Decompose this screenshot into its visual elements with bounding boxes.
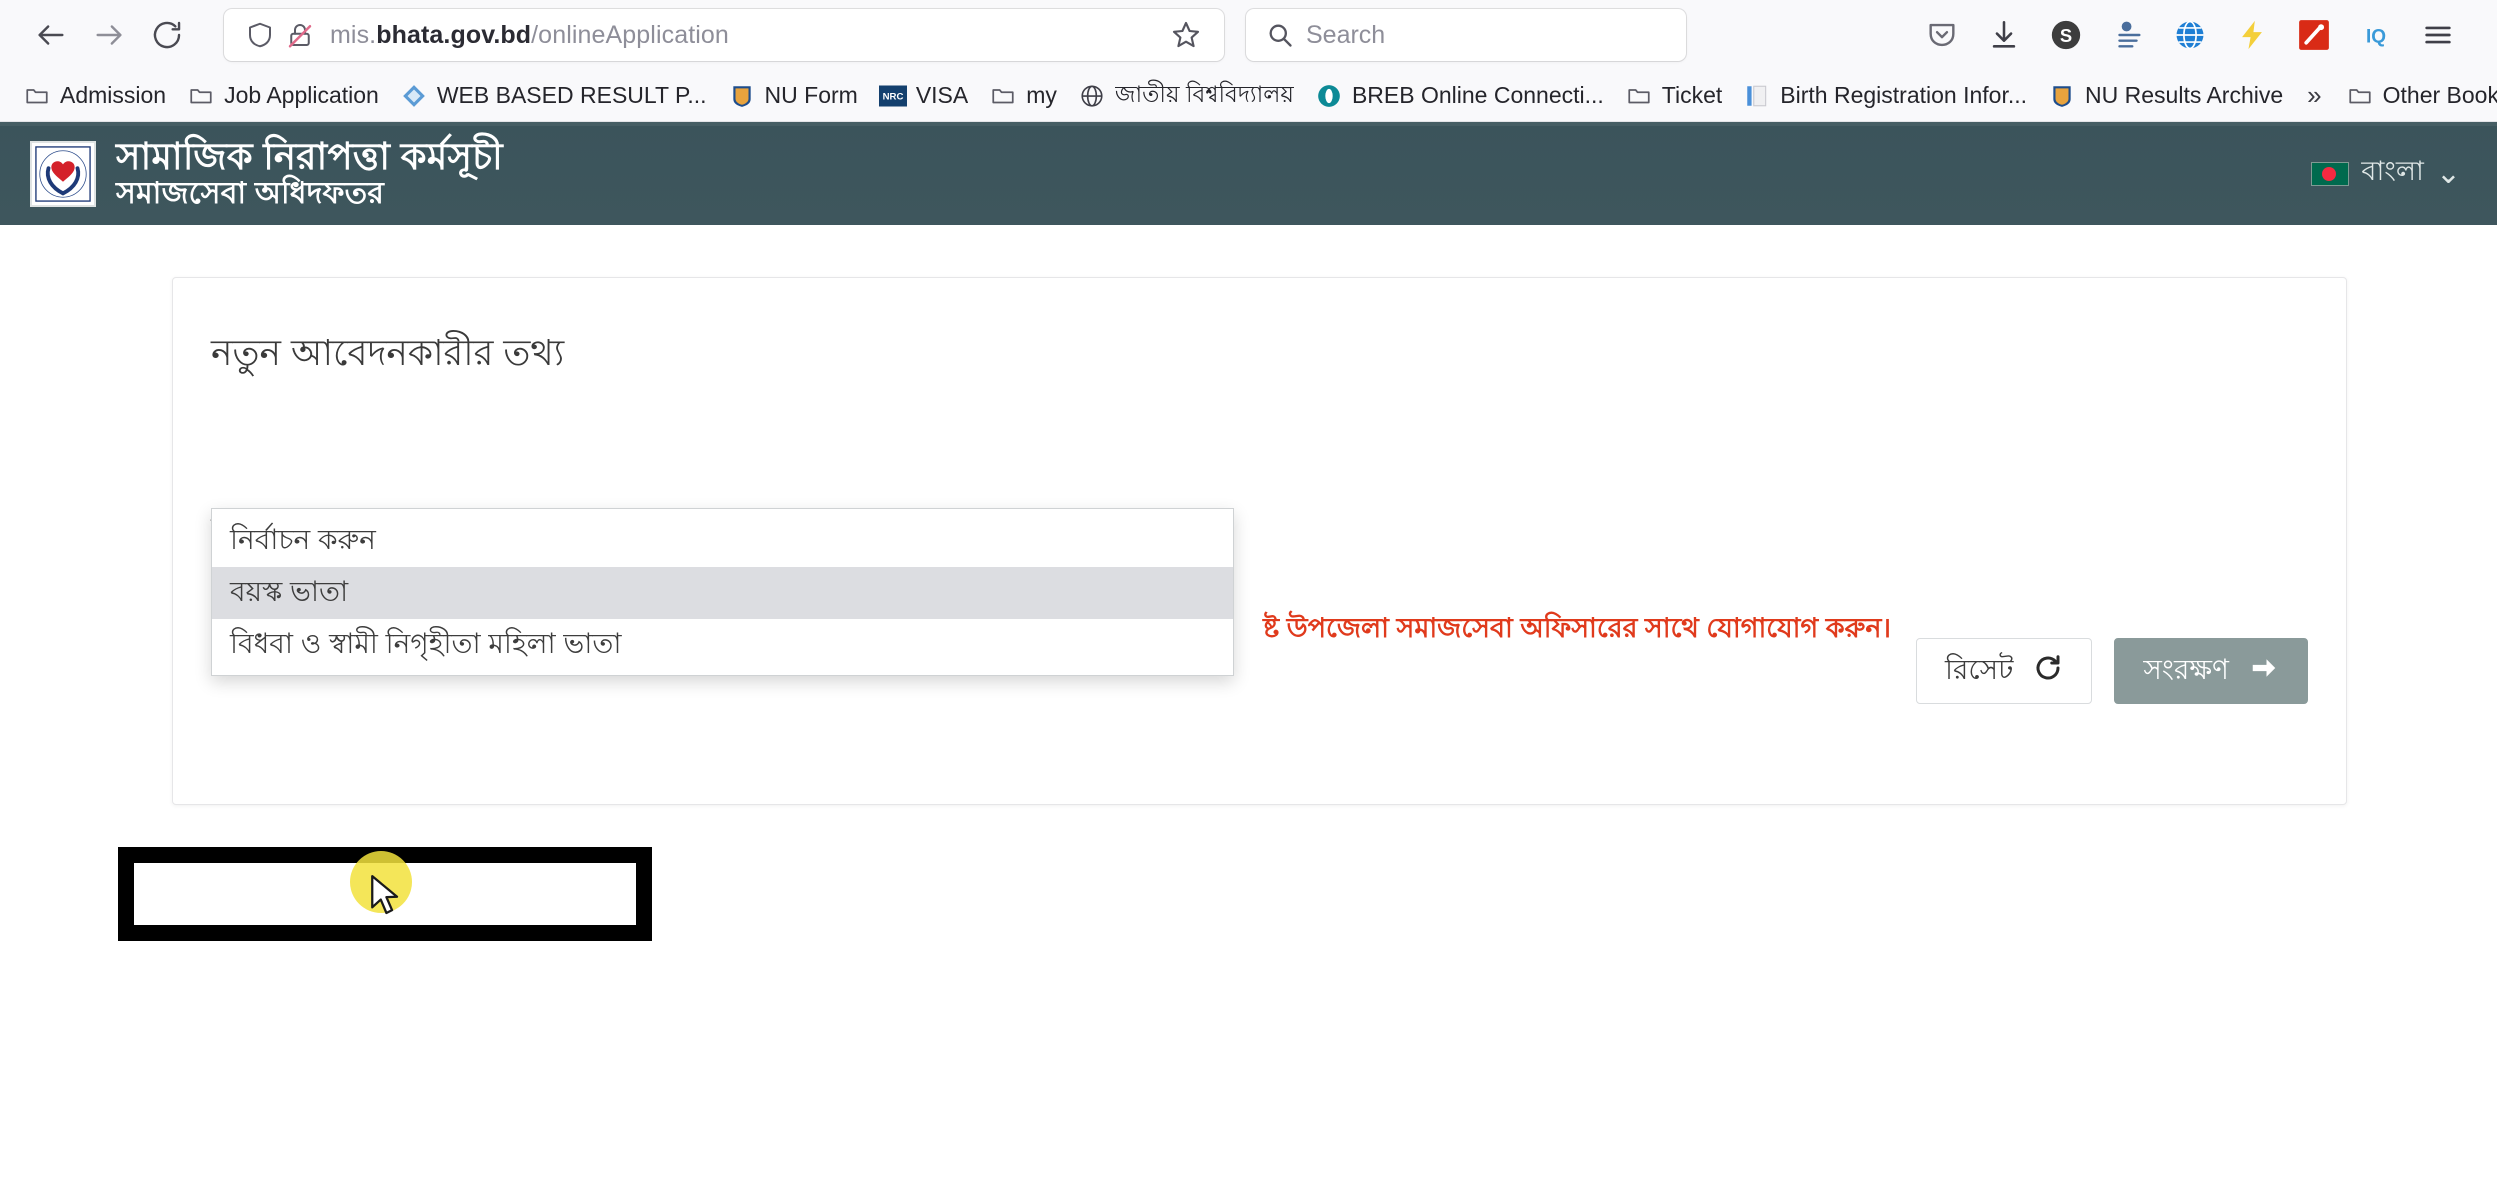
folder-icon — [2346, 82, 2374, 110]
document-icon — [1743, 82, 1771, 110]
bookmark-web-based-result[interactable]: WEB BASED RESULT P... — [391, 76, 716, 116]
dropdown-option-0[interactable]: নির্বাচন করুন — [212, 515, 1233, 567]
bangladesh-flag-icon — [2311, 162, 2349, 186]
back-arrow-icon[interactable] — [22, 6, 80, 64]
arrow-right-icon — [2249, 653, 2279, 690]
reload-icon[interactable] — [138, 6, 196, 64]
dropdown-option-label: বয়স্ক ভাতা — [230, 570, 348, 617]
bookmark-label: WEB BASED RESULT P... — [437, 82, 707, 109]
bookmark-birth-registration[interactable]: Birth Registration Infor... — [1734, 76, 2036, 116]
bookmark-label: BREB Online Connecti... — [1352, 82, 1604, 109]
reset-button-label: রিসেট — [1945, 648, 2013, 695]
language-label: বাংলা — [2361, 151, 2423, 196]
svg-text:IQ: IQ — [2366, 27, 2386, 48]
chevron-down-icon: ⌄ — [2436, 165, 2461, 183]
department-logo — [30, 141, 96, 207]
shield-icon[interactable] — [240, 15, 280, 55]
address-bar[interactable]: mis.bhata.gov.bd/onlineApplication — [224, 9, 1224, 61]
page-content: নতুন আবেদনকারীর তথ্য কার্যক্রম * নির্বাচ… — [0, 225, 2497, 1191]
iq-icon[interactable]: IQ — [2349, 8, 2403, 62]
visa-icon: NRC — [879, 82, 907, 110]
hamburger-menu-icon[interactable] — [2411, 8, 2465, 62]
downloads-icon[interactable] — [1977, 8, 2031, 62]
bookmark-ticket[interactable]: Ticket — [1616, 76, 1732, 116]
dropdown-option-1[interactable]: বয়স্ক ভাতা — [212, 567, 1233, 619]
svg-text:NRC: NRC — [882, 91, 903, 102]
site-header: সামাজিক নিরাপত্তা কর্মসূচী সমাজসেবা অধিদ… — [0, 122, 2497, 225]
browser-search-bar[interactable]: Search — [1246, 9, 1686, 61]
bookmark-label: Other Bookmarks — [2383, 82, 2497, 109]
reset-button[interactable]: রিসেট — [1916, 638, 2092, 704]
bookmark-label: Job Application — [224, 82, 379, 109]
bookmark-nu-form[interactable]: NU Form — [719, 76, 867, 116]
bookmark-visa[interactable]: NRC VISA — [870, 76, 977, 116]
bookmark-admission[interactable]: Admission — [14, 76, 175, 116]
forward-arrow-icon[interactable] — [80, 6, 138, 64]
search-input[interactable]: Search — [1298, 21, 1385, 50]
bookmark-other-bookmarks[interactable]: Other Bookmarks — [2337, 76, 2497, 116]
url-text[interactable]: mis.bhata.gov.bd/onlineApplication — [320, 21, 1164, 50]
bookmark-nu-results-archive[interactable]: NU Results Archive — [2039, 76, 2292, 116]
karjokrom-dropdown-list[interactable]: নির্বাচন করুন বয়স্ক ভাতা বিধবা ও স্বামী… — [211, 508, 1234, 676]
lightning-icon[interactable] — [2225, 8, 2279, 62]
bookmark-label: Ticket — [1662, 82, 1723, 109]
application-form-card: নতুন আবেদনকারীর তথ্য কার্যক্রম * নির্বাচ… — [172, 277, 2347, 805]
site-title-line1: সামাজিক নিরাপত্তা কর্মসূচী — [116, 136, 503, 177]
bookmark-label: Admission — [60, 82, 166, 109]
globe-icon — [1078, 82, 1106, 110]
bookmark-breb-online[interactable]: BREB Online Connecti... — [1306, 76, 1613, 116]
insecure-lock-icon[interactable] — [280, 15, 320, 55]
bookmark-label: my — [1026, 82, 1057, 109]
magic-wand-icon[interactable] — [2287, 8, 2341, 62]
bookmark-label: Birth Registration Infor... — [1780, 82, 2027, 109]
folder-icon — [1625, 82, 1653, 110]
save-button[interactable]: সংরক্ষণ — [2114, 638, 2308, 704]
form-actions: রিসেট সংরক্ষণ — [1916, 638, 2308, 704]
site-title-line2: সমাজসেবা অধিদফতর — [116, 177, 503, 211]
blue-globe-icon[interactable] — [2163, 8, 2217, 62]
pocket-icon[interactable] — [1915, 8, 1969, 62]
extension-icons: S — [1915, 8, 2475, 62]
breb-icon — [1315, 82, 1343, 110]
page-title: নতুন আবেদনকারীর তথ্য — [173, 278, 2346, 386]
bookmarks-bar: Admission Job Application WEB BASED RESU… — [0, 70, 2497, 122]
bookmark-label: জাতীয় বিশ্ববিদ্যালয় — [1115, 76, 1294, 115]
bookmark-label: VISA — [916, 82, 968, 109]
s-badge-icon[interactable]: S — [2039, 8, 2093, 62]
svg-text:S: S — [2060, 25, 2072, 46]
dropdown-option-label: নির্বাচন করুন — [230, 518, 376, 565]
cursor-arrow-icon — [368, 873, 402, 919]
bookmark-job-application[interactable]: Job Application — [178, 76, 388, 116]
crest-icon — [2048, 82, 2076, 110]
language-selector[interactable]: বাংলা ⌄ — [2311, 151, 2461, 196]
bookmarks-overflow-chevron[interactable]: » — [2295, 74, 2333, 117]
bookmark-label: NU Results Archive — [2085, 82, 2283, 109]
refresh-icon — [2033, 653, 2063, 690]
bookmark-national-university[interactable]: জাতীয় বিশ্ববিদ্যালয় — [1069, 70, 1303, 121]
browser-toolbar: mis.bhata.gov.bd/onlineApplication Searc… — [0, 0, 2497, 70]
search-icon — [1262, 17, 1298, 53]
folder-icon — [989, 82, 1017, 110]
bookmark-my[interactable]: my — [980, 76, 1066, 116]
crest-icon — [728, 82, 756, 110]
diamond-icon — [400, 82, 428, 110]
bookmark-label: NU Form — [765, 82, 858, 109]
folder-icon — [23, 82, 51, 110]
browser-window: mis.bhata.gov.bd/onlineApplication Searc… — [0, 0, 2497, 1191]
warning-message: ষ্ট উপজেলা সমাজসেবা অফিসারের সাথে যোগাযো… — [1263, 608, 1891, 653]
bookmark-star-icon[interactable] — [1164, 13, 1208, 57]
mouse-cursor — [368, 873, 402, 924]
save-button-label: সংরক্ষণ — [2143, 648, 2229, 695]
site-brand: সামাজিক নিরাপত্তা কর্মসূচী সমাজসেবা অধিদ… — [116, 136, 503, 211]
receipt-icon[interactable] — [2101, 8, 2155, 62]
folder-icon — [187, 82, 215, 110]
dropdown-option-2[interactable]: বিধবা ও স্বামী নিগৃহীতা মহিলা ভাতা — [212, 619, 1233, 671]
dropdown-option-label: বিধবা ও স্বামী নিগৃহীতা মহিলা ভাতা — [230, 622, 622, 669]
